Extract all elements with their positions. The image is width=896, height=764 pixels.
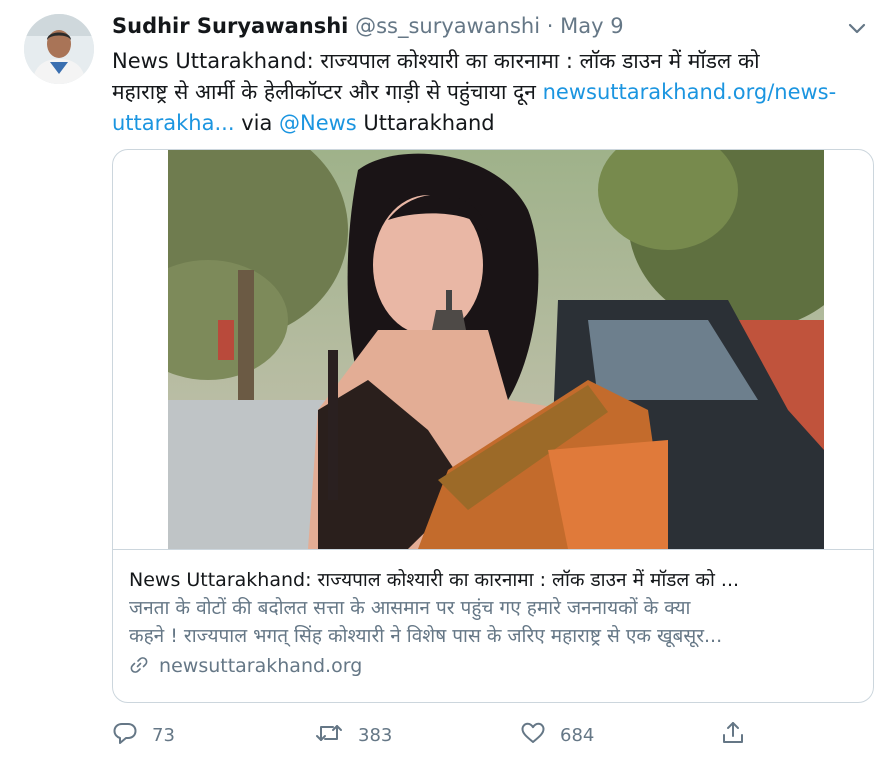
card-description-line2: कहने ! राज्यपाल भगत् सिंह कोश्यारी ने वि… [129,625,723,647]
reply-button[interactable]: 73 [112,718,175,752]
author-handle[interactable]: @ss_suryawanshi [355,14,540,38]
like-count: 684 [560,724,595,746]
avatar[interactable] [24,14,94,84]
retweet-button[interactable]: 383 [314,718,392,752]
tweet-text: News Uttarakhand: राज्यपाल कोश्यारी का क… [112,46,882,139]
after-mention-text: Uttarakhand [356,111,495,135]
heart-icon[interactable] [520,720,560,751]
reply-icon[interactable] [112,720,152,751]
tweet-link-part1[interactable]: newsuttarakhand.org/news- [543,80,837,104]
share-button[interactable] [720,718,760,752]
card-image[interactable] [113,150,868,549]
tweet-text-line2: महाराष्ट्र से आर्मी के हेलीकॉप्टर और गाड… [112,80,543,104]
retweet-icon[interactable] [314,720,358,751]
card-body[interactable]: News Uttarakhand: राज्यपाल कोश्यारी का क… [113,549,873,702]
card-description-line1: जनता के वोटों की बदोलत सत्ता के आसमान पर… [129,597,691,619]
tweet-date[interactable]: May 9 [560,14,623,38]
like-button[interactable]: 684 [520,718,594,752]
tweet-link-part2[interactable]: uttarakha... [112,111,235,135]
author-name[interactable]: Sudhir Suryawanshi [112,14,348,38]
action-bar: 73 383 684 [112,718,872,752]
card-domain-text: newsuttarakhand.org [159,655,363,677]
reply-count: 73 [152,724,175,746]
tweet-text-line1: News Uttarakhand: राज्यपाल कोश्यारी का क… [112,49,760,73]
card-description: जनता के वोटों की बदोलत सत्ता के आसमान पर… [129,594,857,650]
share-icon[interactable] [720,720,760,751]
chevron-down-icon[interactable] [844,16,870,42]
card-domain: newsuttarakhand.org [129,652,857,680]
card-title: News Uttarakhand: राज्यपाल कोश्यारी का क… [129,569,740,591]
link-card[interactable]: News Uttarakhand: राज्यपाल कोश्यारी का क… [112,149,874,703]
retweet-count: 383 [358,724,393,746]
mention-link[interactable]: @News [279,111,357,135]
header-separator: · [546,14,554,38]
link-icon [129,655,159,677]
via-text: via [234,111,279,135]
tweet-header: Sudhir Suryawanshi @ss_suryawanshi · May… [112,14,624,38]
